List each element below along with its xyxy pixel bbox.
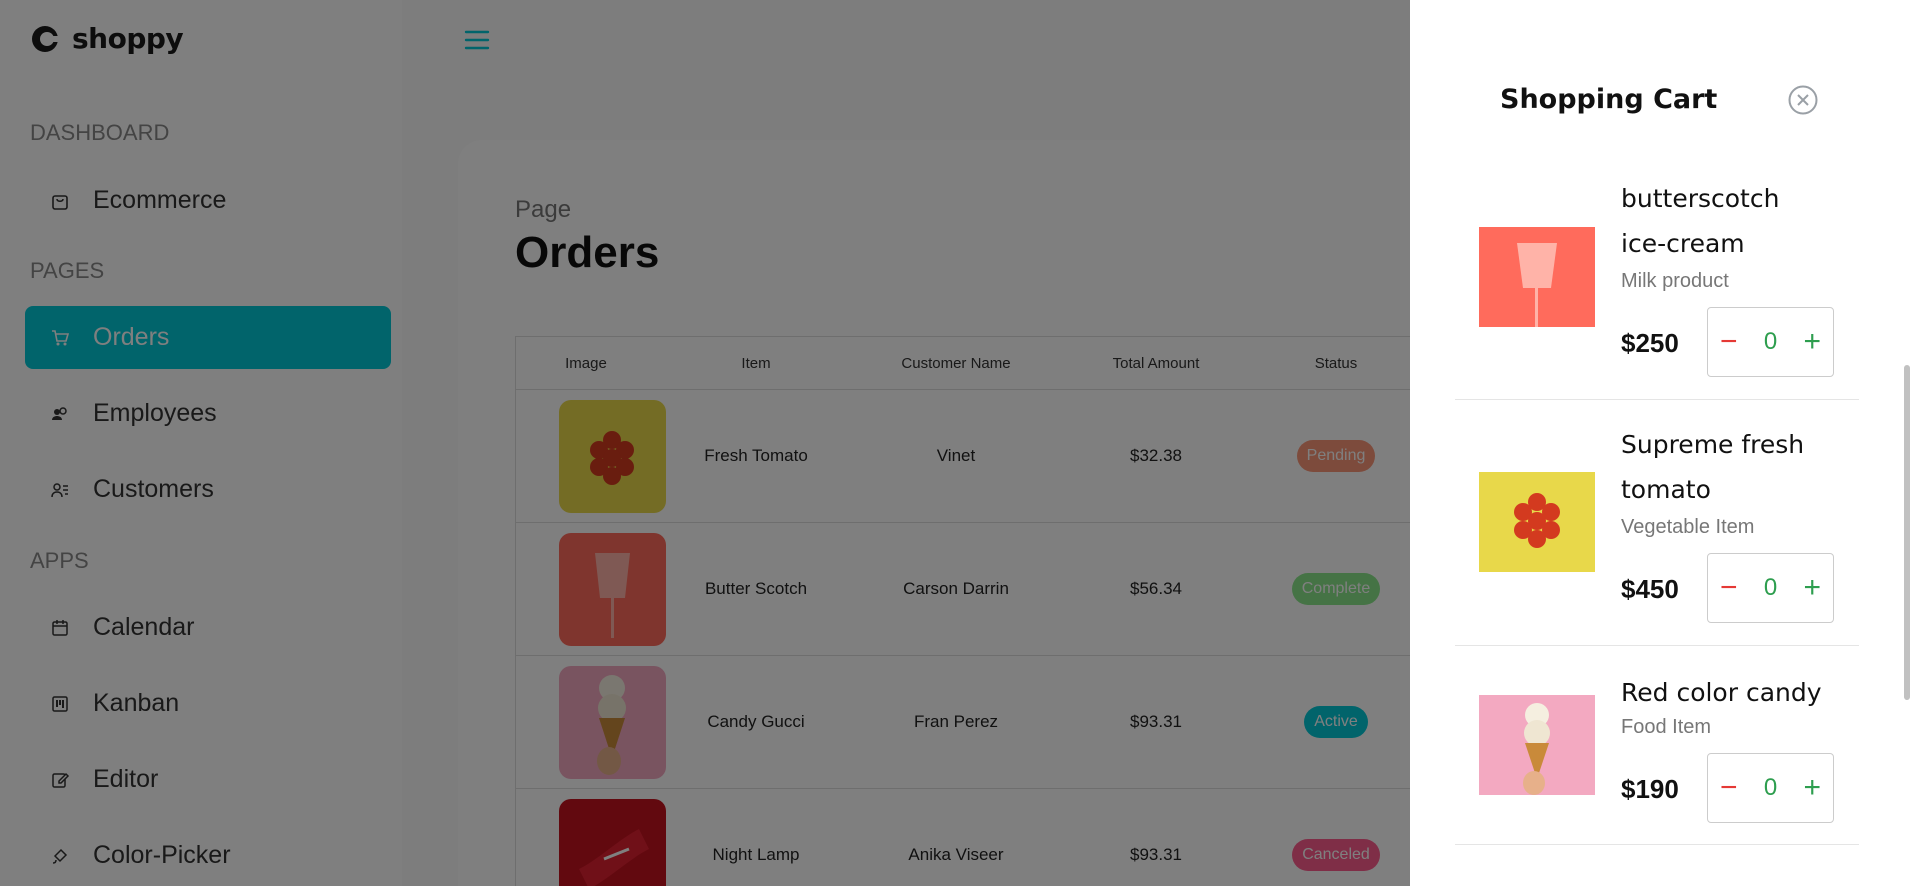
increment-button[interactable]: + <box>1803 327 1821 357</box>
cart-item-category: Vegetable Item <box>1621 516 1755 538</box>
increment-button[interactable]: + <box>1803 573 1821 603</box>
cart-item-name: Red color candy <box>1621 678 1822 707</box>
quantity-stepper: − 0 + <box>1707 753 1834 823</box>
cart-item: Supreme fresh tomato Vegetable Item $450… <box>1455 422 1859 646</box>
decrement-button[interactable]: − <box>1720 327 1738 357</box>
cart-item-name: butterscotch ice-cream <box>1621 184 1780 258</box>
cart-item-price: $190 <box>1621 774 1679 804</box>
icecream-cup-image <box>1479 227 1595 327</box>
quantity-value: 0 <box>1763 328 1778 355</box>
quantity-value: 0 <box>1763 774 1778 801</box>
tomato-image <box>1479 472 1595 572</box>
cart-item: butterscotch ice-cream Milk product $250… <box>1455 176 1859 400</box>
cart-item-price: $250 <box>1621 328 1679 358</box>
close-icon[interactable] <box>1787 84 1819 116</box>
cone-image <box>1479 695 1595 795</box>
cart-item-category: Milk product <box>1621 270 1729 292</box>
cart-item-name: Supreme fresh tomato <box>1621 430 1805 504</box>
decrement-button[interactable]: − <box>1720 573 1738 603</box>
cart-item-price: $450 <box>1621 574 1679 604</box>
cart-item-category: Food Item <box>1621 716 1712 738</box>
cart-item: Red color candy Food Item $190 − 0 + <box>1455 668 1859 845</box>
scrollbar[interactable] <box>1904 365 1910 700</box>
increment-button[interactable]: + <box>1803 773 1821 803</box>
shopping-cart-panel: Shopping Cart butterscotch ice-cream Mil… <box>1410 0 1917 886</box>
quantity-value: 0 <box>1763 574 1778 601</box>
quantity-stepper: − 0 + <box>1707 307 1834 377</box>
quantity-stepper: − 0 + <box>1707 553 1834 623</box>
decrement-button[interactable]: − <box>1720 773 1738 803</box>
cart-title: Shopping Cart <box>1500 84 1718 115</box>
